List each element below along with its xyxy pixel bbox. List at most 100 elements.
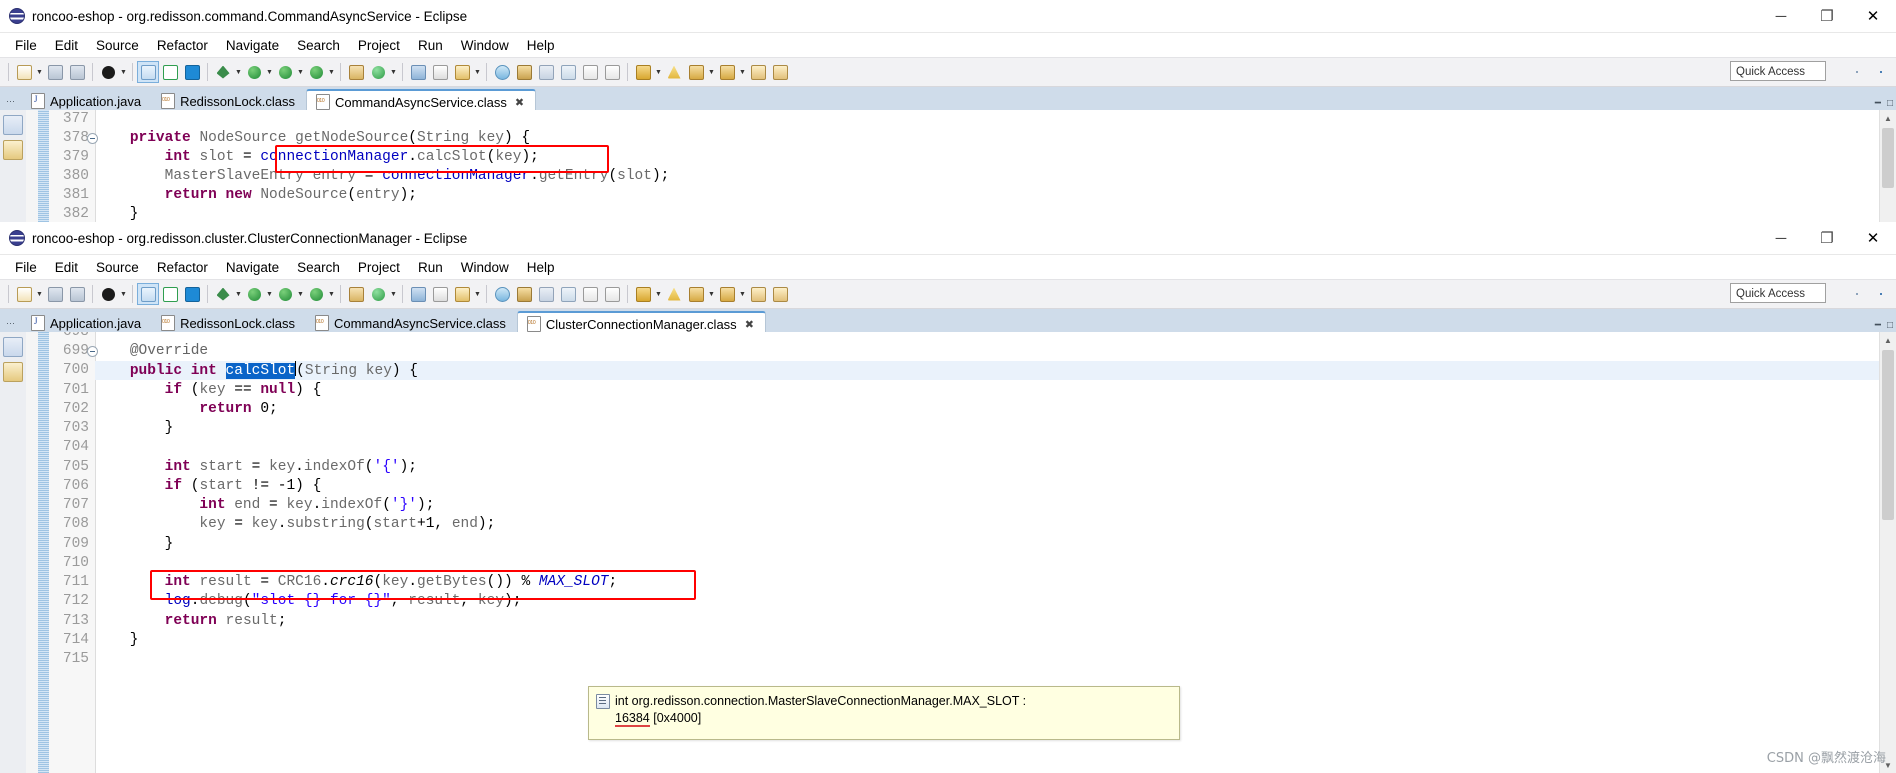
run-external-icon[interactable] [275, 62, 295, 82]
search-icon[interactable] [492, 284, 512, 304]
perspective-switcher[interactable] [1846, 283, 1892, 304]
open-task-icon[interactable] [430, 62, 450, 82]
print-dropdown-icon[interactable]: ▼ [119, 284, 128, 304]
minimize-button[interactable]: ─ [1758, 222, 1804, 254]
menu-window[interactable]: Window [452, 36, 518, 55]
new-java-project-icon[interactable] [160, 62, 180, 82]
eclipse-window-2[interactable]: roncoo-eshop - org.redisson.cluster.Clus… [0, 222, 1896, 773]
forward-dropdown-icon[interactable]: ▼ [738, 62, 747, 82]
print-dropdown-icon[interactable]: ▼ [119, 62, 128, 82]
nav-prev-icon[interactable] [748, 62, 768, 82]
menu-edit[interactable]: Edit [46, 258, 87, 277]
back-icon[interactable] [686, 62, 706, 82]
window2-toolbar[interactable]: ▼ ▼ ▼ ▼ ▼ ▼ ▼ ▼ ▼ ▼ ▼ Quick Access [0, 279, 1896, 309]
menu-project[interactable]: Project [349, 36, 409, 55]
link-icon[interactable] [536, 284, 556, 304]
nav-next-icon[interactable] [770, 284, 790, 304]
close-button[interactable]: ✕ [1850, 0, 1896, 32]
edit-dropdown-icon[interactable]: ▼ [473, 62, 482, 82]
menu-file[interactable]: File [6, 258, 46, 277]
step-into-icon[interactable] [633, 284, 653, 304]
coverage-icon[interactable] [306, 284, 326, 304]
debug-dropdown-icon[interactable]: ▼ [234, 62, 243, 82]
open-task-icon[interactable] [430, 284, 450, 304]
run-icon[interactable] [244, 284, 264, 304]
new-class-icon[interactable] [182, 62, 202, 82]
coverage-icon[interactable] [306, 62, 326, 82]
print-icon[interactable] [98, 62, 118, 82]
maximize-button[interactable]: ❐ [1804, 222, 1850, 254]
refresh-dropdown-icon[interactable]: ▼ [389, 62, 398, 82]
refresh-dropdown-icon[interactable]: ▼ [389, 284, 398, 304]
quick-access-input[interactable]: Quick Access [1730, 61, 1826, 81]
scrollbar-thumb[interactable] [1882, 350, 1894, 520]
pencil-icon[interactable] [514, 62, 534, 82]
coverage-dropdown-icon[interactable]: ▼ [327, 62, 336, 82]
save-all-icon[interactable] [67, 284, 87, 304]
toggle-markoccurrences-icon[interactable] [137, 283, 159, 305]
menu-project[interactable]: Project [349, 258, 409, 277]
outline-icon[interactable] [558, 284, 578, 304]
save-all-icon[interactable] [67, 62, 87, 82]
new-package-icon[interactable] [346, 284, 366, 304]
minimize-editor-icon[interactable]: ━ [1875, 98, 1881, 109]
menu-source[interactable]: Source [87, 36, 148, 55]
save-icon[interactable] [45, 62, 65, 82]
package-explorer-icon[interactable] [3, 337, 23, 357]
run-external-dropdown-icon[interactable]: ▼ [296, 62, 305, 82]
menu-file[interactable]: File [6, 36, 46, 55]
refresh-icon[interactable] [368, 284, 388, 304]
toggle-markoccurrences-icon[interactable] [137, 61, 159, 83]
step-into-dropdown-icon[interactable]: ▼ [654, 284, 663, 304]
back-icon[interactable] [686, 284, 706, 304]
run-icon[interactable] [244, 62, 264, 82]
eclipse-window-1[interactable]: roncoo-eshop - org.redisson.command.Comm… [0, 0, 1896, 222]
window1-editor[interactable]: 377 378 379 380 381 382 private NodeSour… [0, 110, 1896, 222]
window1-menubar[interactable]: File Edit Source Refactor Navigate Searc… [0, 33, 1896, 57]
run-dropdown-icon[interactable]: ▼ [265, 62, 274, 82]
save-icon[interactable] [45, 284, 65, 304]
menu-navigate[interactable]: Navigate [217, 36, 288, 55]
step-into-icon[interactable] [633, 62, 653, 82]
new-dropdown-icon[interactable]: ▼ [35, 62, 44, 82]
run-external-icon[interactable] [275, 284, 295, 304]
forward-icon[interactable] [717, 284, 737, 304]
minimize-button[interactable]: ─ [1758, 0, 1804, 32]
menu-refactor[interactable]: Refactor [148, 258, 217, 277]
new-package-icon[interactable] [346, 62, 366, 82]
outline-view-icon[interactable] [3, 362, 23, 382]
maximize-editor-icon[interactable]: □ [1887, 98, 1893, 109]
new-java-project-icon[interactable] [160, 284, 180, 304]
new-class-icon[interactable] [182, 284, 202, 304]
maximize-editor-icon[interactable]: □ [1887, 320, 1893, 331]
run-dropdown-icon[interactable]: ▼ [265, 284, 274, 304]
maximize-button[interactable]: ❐ [1804, 0, 1850, 32]
menu-run[interactable]: Run [409, 36, 452, 55]
outline-view-icon[interactable] [3, 140, 23, 160]
window2-fast-view-bar[interactable] [0, 332, 27, 773]
window2-titlebar[interactable]: roncoo-eshop - org.redisson.cluster.Clus… [0, 222, 1896, 255]
refresh-icon[interactable] [368, 62, 388, 82]
edit-icon[interactable] [452, 62, 472, 82]
java-perspective-icon[interactable] [1870, 283, 1892, 304]
warning-icon[interactable] [664, 62, 684, 82]
menu-search[interactable]: Search [288, 258, 349, 277]
debug-icon[interactable] [213, 62, 233, 82]
menu-help[interactable]: Help [518, 258, 564, 277]
window1-code-text[interactable]: private NodeSource getNodeSource(String … [95, 110, 1880, 222]
tab-close-icon[interactable]: ✖ [745, 318, 754, 331]
outline-icon[interactable] [558, 62, 578, 82]
package-explorer-icon[interactable] [3, 115, 23, 135]
scroll-up-icon[interactable]: ▲ [1880, 332, 1896, 348]
edit-icon[interactable] [452, 284, 472, 304]
console-icon[interactable] [580, 284, 600, 304]
scroll-up-icon[interactable]: ▲ [1880, 110, 1896, 126]
menu-window[interactable]: Window [452, 258, 518, 277]
paragraph-icon[interactable] [602, 62, 622, 82]
window2-vertical-scrollbar[interactable]: ▲ ▼ [1879, 332, 1896, 773]
scrollbar-thumb[interactable] [1882, 128, 1894, 188]
window2-menubar[interactable]: File Edit Source Refactor Navigate Searc… [0, 255, 1896, 279]
window2-editor[interactable]: 698 699 700 701 702 703 704 705 706 707 … [0, 332, 1896, 773]
forward-dropdown-icon[interactable]: ▼ [738, 284, 747, 304]
close-button[interactable]: ✕ [1850, 222, 1896, 254]
